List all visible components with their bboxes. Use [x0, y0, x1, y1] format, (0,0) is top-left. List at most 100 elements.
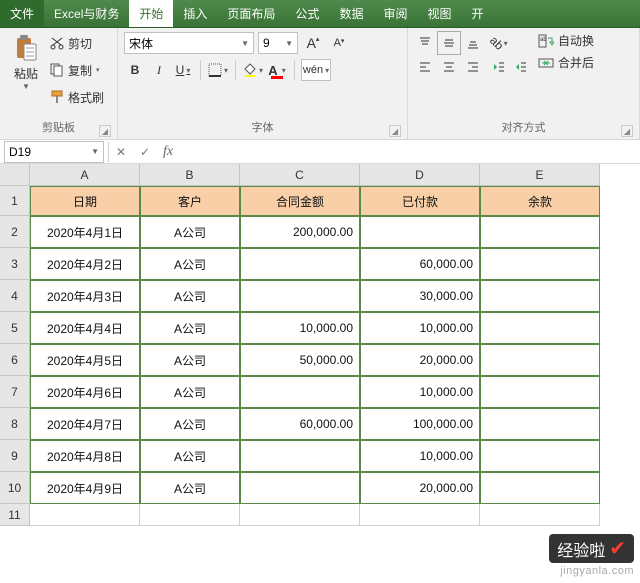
row-header[interactable]: 11 — [0, 504, 30, 526]
cell[interactable]: A公司 — [140, 408, 240, 440]
format-painter-button[interactable]: 格式刷 — [50, 86, 104, 108]
cell[interactable] — [480, 280, 600, 312]
cell[interactable]: 10,000.00 — [360, 440, 480, 472]
cell[interactable]: 30,000.00 — [360, 280, 480, 312]
cell[interactable] — [240, 280, 360, 312]
cell[interactable]: 100,000.00 — [360, 408, 480, 440]
cell[interactable]: 2020年4月3日 — [30, 280, 140, 312]
cell[interactable]: 2020年4月2日 — [30, 248, 140, 280]
tab-formula[interactable]: 公式 — [285, 0, 329, 27]
italic-button[interactable]: I — [148, 59, 170, 81]
column-header[interactable]: E — [480, 164, 600, 186]
cell[interactable] — [140, 504, 240, 526]
cell[interactable]: 10,000.00 — [360, 376, 480, 408]
align-center-button[interactable] — [438, 56, 460, 78]
tab-data[interactable]: 数据 — [329, 0, 373, 27]
cell[interactable]: 20,000.00 — [360, 472, 480, 504]
cell[interactable] — [480, 312, 600, 344]
cell[interactable]: 2020年4月9日 — [30, 472, 140, 504]
cell[interactable] — [480, 440, 600, 472]
increase-indent-button[interactable] — [510, 56, 532, 78]
border-button[interactable]: ▾ — [207, 59, 229, 81]
decrease-indent-button[interactable] — [488, 56, 510, 78]
cut-button[interactable]: 剪切 — [50, 32, 104, 54]
dialog-launcher-icon[interactable]: ◢ — [621, 125, 633, 137]
confirm-formula-button[interactable]: ✓ — [133, 141, 157, 163]
name-box[interactable]: D19▼ — [4, 141, 104, 163]
cell[interactable]: 2020年4月6日 — [30, 376, 140, 408]
column-header[interactable]: B — [140, 164, 240, 186]
cell[interactable]: A公司 — [140, 312, 240, 344]
tab-addin[interactable]: Excel与财务 — [44, 0, 129, 27]
cell[interactable]: 2020年4月5日 — [30, 344, 140, 376]
row-header[interactable]: 7 — [0, 376, 30, 408]
cell[interactable]: 20,000.00 — [360, 344, 480, 376]
cell[interactable] — [240, 504, 360, 526]
cell[interactable]: 60,000.00 — [240, 408, 360, 440]
cell[interactable]: 2020年4月8日 — [30, 440, 140, 472]
row-header[interactable]: 1 — [0, 186, 30, 216]
align-left-button[interactable] — [414, 56, 436, 78]
align-middle-button[interactable] — [438, 32, 460, 54]
select-all-corner[interactable] — [0, 164, 30, 186]
cancel-formula-button[interactable]: ✕ — [109, 141, 133, 163]
tab-insert[interactable]: 插入 — [173, 0, 217, 27]
row-header[interactable]: 2 — [0, 216, 30, 248]
tab-review[interactable]: 审阅 — [373, 0, 417, 27]
font-name-select[interactable]: 宋体▼ — [124, 32, 254, 54]
fx-icon[interactable]: fx — [163, 144, 173, 160]
paste-button[interactable]: 粘贴 ▼ — [6, 32, 46, 108]
cell[interactable]: 2020年4月7日 — [30, 408, 140, 440]
dialog-launcher-icon[interactable]: ◢ — [99, 125, 111, 137]
underline-button[interactable]: U▾ — [172, 59, 194, 81]
cell[interactable]: A公司 — [140, 248, 240, 280]
cell[interactable]: 60,000.00 — [360, 248, 480, 280]
cell[interactable] — [480, 216, 600, 248]
row-header[interactable]: 5 — [0, 312, 30, 344]
tab-dev[interactable]: 开 — [461, 0, 493, 27]
orientation-button[interactable]: ab▾ — [488, 32, 510, 54]
align-top-button[interactable] — [414, 32, 436, 54]
cell[interactable] — [480, 472, 600, 504]
font-size-select[interactable]: 9▼ — [258, 32, 298, 54]
cell[interactable] — [480, 504, 600, 526]
cell[interactable] — [30, 504, 140, 526]
cell[interactable]: 10,000.00 — [240, 312, 360, 344]
dialog-launcher-icon[interactable]: ◢ — [389, 125, 401, 137]
align-right-button[interactable] — [462, 56, 484, 78]
wrap-text-button[interactable]: ab 自动换 — [538, 32, 594, 49]
cell[interactable]: A公司 — [140, 280, 240, 312]
cell[interactable]: 合同金额 — [240, 186, 360, 216]
tab-layout[interactable]: 页面布局 — [217, 0, 285, 27]
cell[interactable] — [360, 216, 480, 248]
cell[interactable] — [360, 504, 480, 526]
align-bottom-button[interactable] — [462, 32, 484, 54]
fill-color-button[interactable]: ▾ — [242, 59, 264, 81]
cell[interactable]: 200,000.00 — [240, 216, 360, 248]
cell[interactable]: 日期 — [30, 186, 140, 216]
cell[interactable]: 10,000.00 — [360, 312, 480, 344]
spreadsheet-grid[interactable]: A B C D E 1234567891011 日期客户合同金额已付款余款202… — [0, 164, 640, 583]
row-header[interactable]: 8 — [0, 408, 30, 440]
cell[interactable]: A公司 — [140, 440, 240, 472]
cell[interactable] — [240, 248, 360, 280]
cell[interactable] — [240, 440, 360, 472]
cell[interactable] — [480, 248, 600, 280]
cell[interactable] — [240, 472, 360, 504]
bold-button[interactable]: B — [124, 59, 146, 81]
column-header[interactable]: D — [360, 164, 480, 186]
column-header[interactable]: C — [240, 164, 360, 186]
copy-button[interactable]: 复制 ▾ — [50, 59, 104, 81]
cell[interactable]: 2020年4月4日 — [30, 312, 140, 344]
formula-input[interactable] — [179, 141, 640, 163]
cell[interactable] — [480, 344, 600, 376]
row-header[interactable]: 6 — [0, 344, 30, 376]
merge-button[interactable]: 合并后 — [538, 54, 594, 71]
cell[interactable]: 2020年4月1日 — [30, 216, 140, 248]
tab-file[interactable]: 文件 — [0, 0, 44, 27]
cell[interactable]: 余款 — [480, 186, 600, 216]
cell[interactable]: 已付款 — [360, 186, 480, 216]
row-header[interactable]: 10 — [0, 472, 30, 504]
row-header[interactable]: 9 — [0, 440, 30, 472]
column-header[interactable]: A — [30, 164, 140, 186]
